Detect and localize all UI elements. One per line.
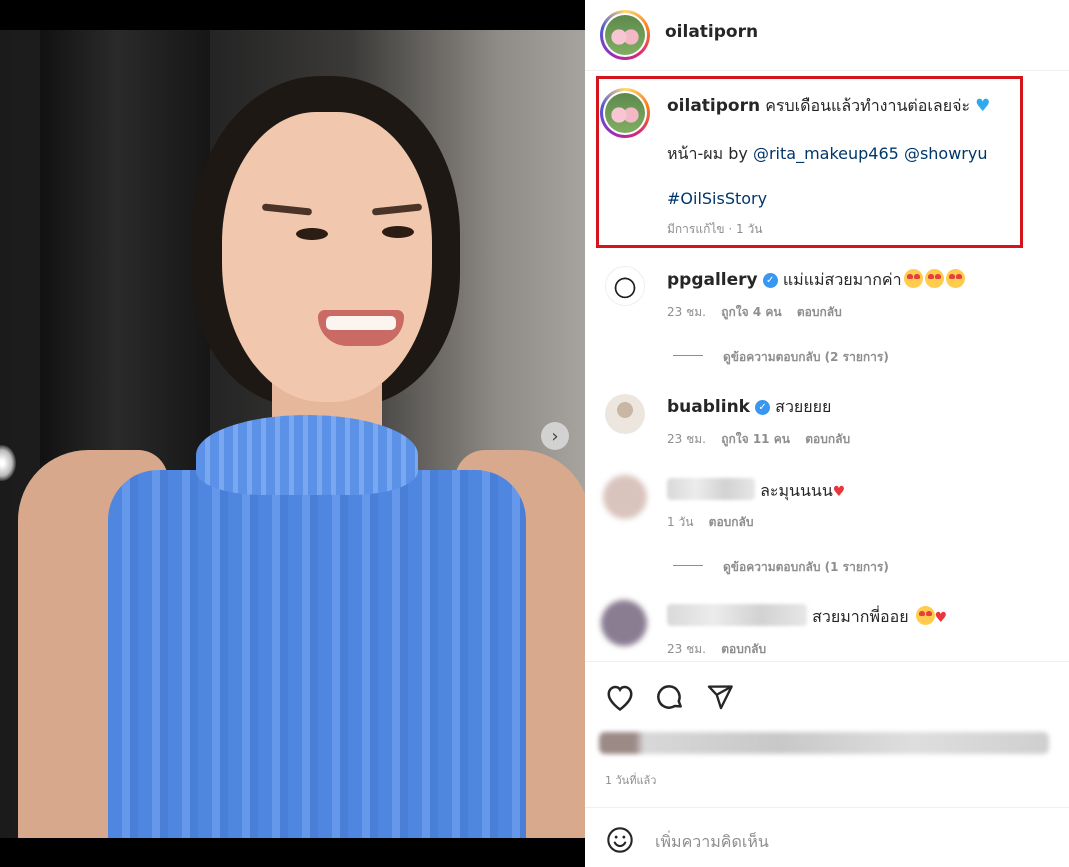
comment-avatar[interactable] bbox=[601, 600, 647, 646]
hashtag-link[interactable]: #OilSisStory bbox=[667, 189, 767, 208]
comment-time[interactable]: 23 ชม. bbox=[667, 432, 706, 446]
next-image-button[interactable]: › bbox=[541, 422, 569, 450]
caption-meta: มีการแก้ไข · 1 วัน bbox=[667, 222, 763, 236]
comment-text: แม่แม่สวยมากค่า bbox=[782, 270, 902, 289]
caption-username[interactable]: oilatiporn bbox=[667, 96, 760, 116]
reply-button[interactable]: ตอบกลับ bbox=[805, 432, 850, 446]
caption-author-avatar[interactable] bbox=[600, 88, 650, 138]
add-comment-input[interactable]: เพิ่มความคิดเห็น bbox=[655, 830, 769, 855]
comment-username[interactable]: ppgallery bbox=[667, 270, 758, 290]
comment-icon bbox=[657, 685, 682, 709]
add-comment-bar: เพิ่มความคิดเห็น bbox=[585, 807, 1069, 867]
post-actions: 1 วันที่แล้ว bbox=[585, 661, 1069, 807]
post-media: › bbox=[0, 0, 585, 867]
share-icon bbox=[707, 685, 733, 710]
mention-rita-makeup[interactable]: @rita_makeup465 bbox=[753, 144, 899, 163]
verified-icon: ✓ bbox=[755, 400, 771, 415]
view-replies-button[interactable]: ดูข้อความตอบกลับ (1 รายการ) bbox=[723, 558, 889, 577]
post-photo bbox=[0, 30, 585, 838]
heart-icon bbox=[607, 685, 633, 711]
emoji-picker-button[interactable] bbox=[605, 825, 635, 855]
comment-meta: 23 ชม. ถูกใจ 4 คน ตอบกลับ bbox=[667, 303, 842, 322]
heart-eyes-emoji-icon bbox=[945, 269, 965, 288]
comment-likes[interactable]: ถูกใจ 4 คน bbox=[721, 305, 781, 319]
comment-likes[interactable]: ถูกใจ 11 คน bbox=[721, 432, 790, 446]
emoji-icon bbox=[607, 827, 633, 853]
comment-meta: 1 วัน ตอบกลับ bbox=[667, 513, 754, 532]
caption-line2-prefix: หน้า-ผม by bbox=[667, 144, 748, 163]
like-button[interactable] bbox=[603, 680, 637, 714]
post-sidebar: oilatiporn oilatiporn ครบเดือนแล้วทำงานต… bbox=[585, 0, 1069, 867]
mention-showryu[interactable]: @showryu bbox=[904, 144, 988, 163]
view-replies-button[interactable]: ดูข้อความตอบกลับ (2 รายการ) bbox=[723, 348, 889, 367]
comment-body: ละมุนนนน♥ bbox=[667, 478, 845, 504]
blue-heart-icon: ♥ bbox=[975, 96, 991, 116]
comment-meta: 23 ชม. ถูกใจ 11 คน ตอบกลับ bbox=[667, 430, 850, 449]
caption: oilatiporn ครบเดือนแล้วทำงานต่อเลยจ่ะ ♥ bbox=[667, 94, 1017, 119]
comment-text: ละมุนนนน bbox=[760, 481, 833, 500]
comment-meta: 23 ชม. ตอบกลับ bbox=[667, 640, 766, 659]
comment-button[interactable] bbox=[653, 680, 687, 714]
author-avatar[interactable] bbox=[600, 10, 650, 60]
comment-avatar[interactable] bbox=[603, 475, 647, 519]
replies-divider bbox=[673, 565, 703, 566]
likes-summary-redacted[interactable] bbox=[599, 732, 1049, 754]
reply-button[interactable]: ตอบกลับ bbox=[709, 515, 754, 529]
share-button[interactable] bbox=[703, 680, 737, 714]
comment-username-redacted[interactable] bbox=[667, 604, 807, 626]
caption-credits: หน้า-ผม by @rita_makeup465 @showryu bbox=[667, 142, 1017, 167]
comment-username-redacted[interactable] bbox=[667, 478, 755, 500]
comment-body: ppgallery ✓ แม่แม่สวยมากค่า bbox=[667, 268, 965, 293]
comment-text: สวยมากพี่ออย bbox=[812, 607, 909, 626]
comment-avatar[interactable] bbox=[605, 266, 645, 306]
comment-time[interactable]: 23 ชม. bbox=[667, 642, 706, 656]
red-heart-icon: ♥ bbox=[832, 484, 846, 500]
replies-divider bbox=[673, 355, 703, 356]
comment-body: buablink ✓ สวยยยย bbox=[667, 395, 831, 420]
verified-icon: ✓ bbox=[762, 273, 778, 288]
post-time[interactable]: 1 วันที่แล้ว bbox=[605, 771, 656, 789]
comment-time[interactable]: 1 วัน bbox=[667, 515, 693, 529]
caption-line1: ครบเดือนแล้วทำงานต่อเลยจ่ะ bbox=[765, 96, 971, 115]
comment-time[interactable]: 23 ชม. bbox=[667, 305, 706, 319]
heart-eyes-emoji-icon bbox=[924, 269, 944, 288]
comment-body: สวยมากพี่ออย ♥ bbox=[667, 604, 947, 630]
heart-eyes-emoji-icon bbox=[915, 606, 935, 625]
comment-text: สวยยยย bbox=[775, 397, 832, 416]
heart-eyes-emoji-icon bbox=[903, 269, 923, 288]
author-username[interactable]: oilatiporn bbox=[665, 22, 758, 42]
chevron-right-icon: › bbox=[551, 425, 559, 447]
comment-avatar[interactable] bbox=[605, 394, 645, 434]
red-heart-icon: ♥ bbox=[934, 610, 948, 626]
reply-button[interactable]: ตอบกลับ bbox=[721, 642, 766, 656]
post-header: oilatiporn bbox=[585, 0, 1069, 71]
reply-button[interactable]: ตอบกลับ bbox=[797, 305, 842, 319]
caption-hashtag-row: #OilSisStory bbox=[667, 189, 767, 208]
comment-username[interactable]: buablink bbox=[667, 397, 750, 417]
